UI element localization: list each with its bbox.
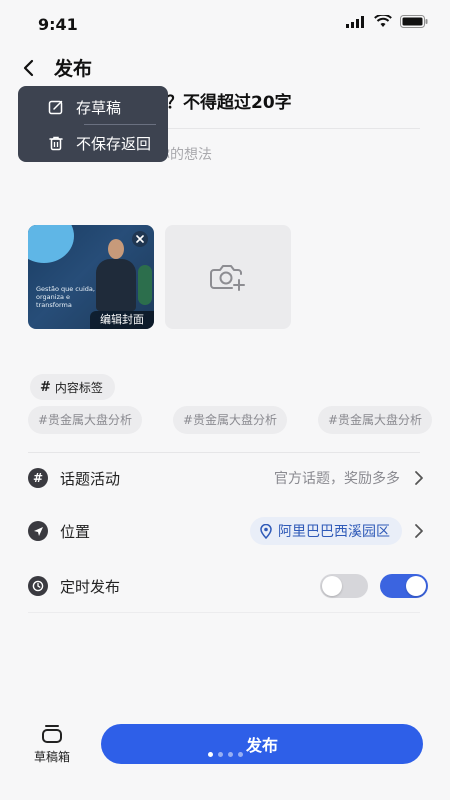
discard-label: 不保存返回: [76, 134, 152, 153]
tag-suggestion[interactable]: #贵金属大盘分析: [28, 406, 143, 434]
tag-suggestion[interactable]: #贵金属大盘分析: [318, 406, 433, 434]
back-button[interactable]: [14, 54, 42, 82]
content-tag-button[interactable]: # 内容标签: [30, 374, 115, 400]
popup-divider: [84, 124, 156, 125]
page-dot: [208, 752, 213, 757]
camera-plus-icon: [210, 265, 245, 291]
location-pill[interactable]: 阿里巴巴西溪园区: [250, 517, 402, 545]
drafts-label: 草稿箱: [33, 750, 70, 764]
save-draft-label: 存草稿: [76, 98, 122, 117]
location-value: 阿里巴巴西溪园区: [278, 524, 390, 540]
drafts-button[interactable]: 草稿箱: [28, 724, 76, 768]
clock-icon: [28, 576, 48, 596]
hash-icon: #: [40, 379, 51, 395]
location-arrow-icon: [28, 521, 48, 541]
page-dot: [218, 752, 223, 757]
location-label: 位置: [60, 522, 91, 541]
divider: [28, 452, 420, 453]
publish-button[interactable]: 发布: [101, 724, 423, 764]
divider: [28, 612, 420, 613]
chevron-right-icon: [415, 524, 423, 538]
page-indicator: [208, 752, 243, 757]
discard-menu-item[interactable]: 不保存返回: [18, 126, 168, 160]
header: 发布: [0, 48, 450, 88]
chevron-left-icon: [23, 59, 34, 77]
scheduled-publish-label: 定时发布: [60, 577, 121, 596]
save-options-popup: 存草稿 不保存返回: [18, 86, 168, 162]
toggle-switch-off[interactable]: [320, 574, 368, 598]
tag-suggestion[interactable]: #贵金属大盘分析: [173, 406, 288, 434]
scheduled-publish-row: 定时发布: [28, 568, 428, 604]
trash-icon: [49, 136, 63, 151]
hashtag-icon: #: [28, 468, 48, 488]
topic-activity-row[interactable]: # 话题活动 官方话题，奖励多多: [28, 460, 428, 496]
thumbnail-plant: [138, 265, 152, 305]
drafts-box-icon: [42, 725, 62, 743]
status-time: 9:41: [38, 15, 78, 34]
page-dot: [238, 752, 243, 757]
chevron-right-icon: [415, 471, 423, 485]
battery-icon: [400, 15, 428, 28]
remove-image-button[interactable]: [132, 231, 148, 247]
save-draft-menu-item[interactable]: 存草稿: [18, 90, 168, 124]
close-icon: [136, 235, 144, 243]
status-icons: [346, 15, 428, 28]
edit-square-icon: [48, 100, 63, 115]
edit-cover-button[interactable]: 编辑封面: [90, 311, 154, 329]
map-pin-icon: [260, 523, 272, 539]
location-row[interactable]: 位置 阿里巴巴西溪园区: [28, 513, 428, 549]
topic-activity-value: 官方话题，奖励多多: [274, 471, 400, 487]
topic-activity-label: 话题活动: [60, 469, 121, 488]
add-photo-button[interactable]: [165, 225, 291, 329]
scheduled-publish-toggle[interactable]: [380, 574, 428, 598]
signal-icon: [346, 15, 364, 28]
status-bar: 9:41: [0, 0, 450, 48]
content-tag-label: 内容标签: [54, 380, 103, 395]
page-dot: [228, 752, 233, 757]
image-thumbnail[interactable]: Gestão que cuida, organiza e transforma …: [28, 225, 154, 329]
thumbnail-headline: Gestão que cuida, organiza e transforma: [36, 285, 95, 309]
page-title: 发布: [54, 58, 93, 80]
wifi-icon: [374, 15, 392, 27]
thumbnail-decoration: [28, 225, 74, 263]
thumbnail-person: [96, 239, 136, 311]
